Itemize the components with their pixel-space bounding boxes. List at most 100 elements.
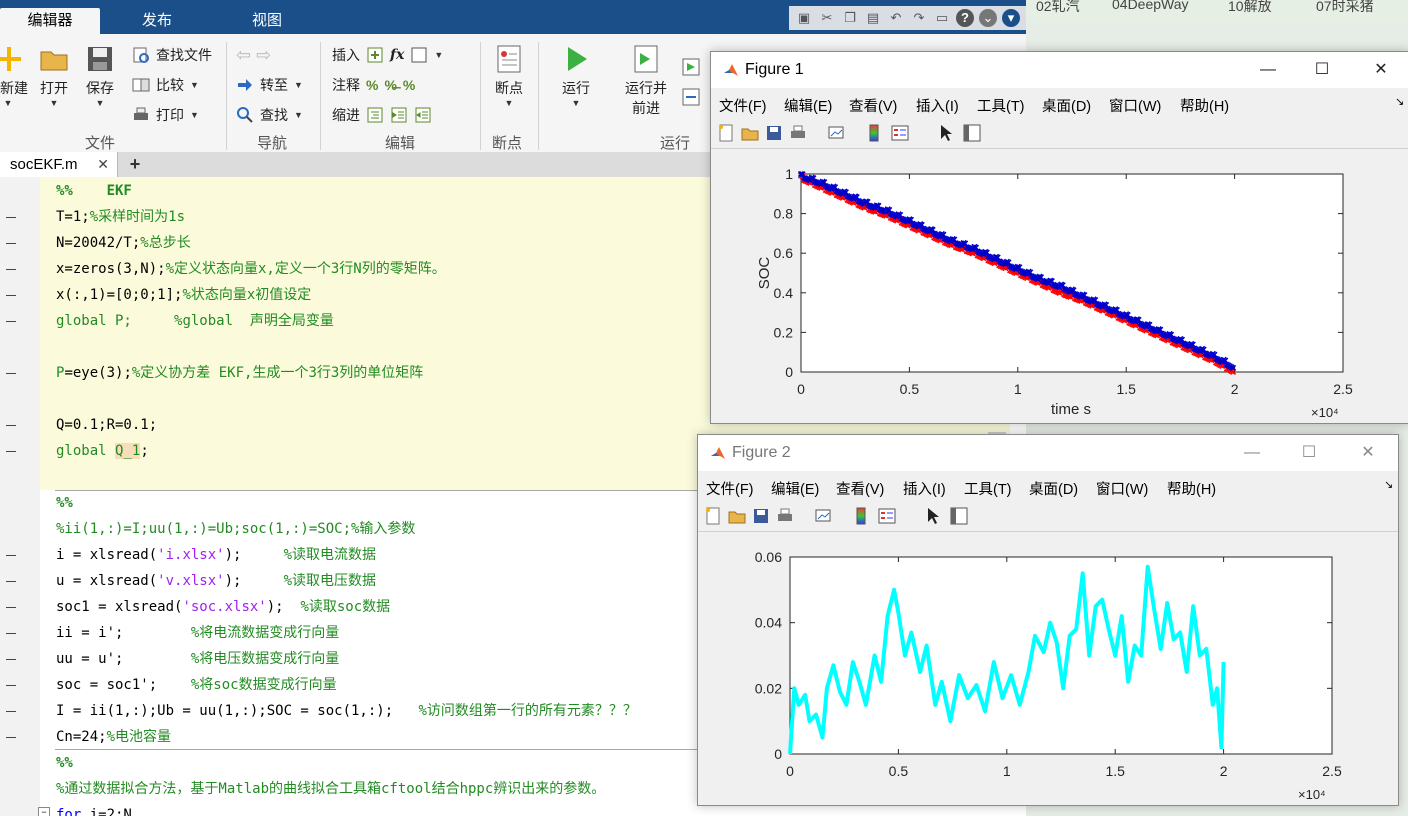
code-line[interactable]: soc1 = xlsread('soc.xlsx'); %读取soc数据 xyxy=(56,594,390,620)
figure-2-titlebar[interactable]: Figure 2 — ☐ ✕ xyxy=(698,435,1398,471)
collapse-ribbon-icon[interactable]: ▾ xyxy=(1002,9,1020,27)
menu-help[interactable]: 帮助(H) xyxy=(1180,95,1229,116)
menu-view[interactable]: 查看(V) xyxy=(849,95,897,116)
breakpoint-marker[interactable] xyxy=(6,295,16,296)
menu-edit[interactable]: 编辑(E) xyxy=(771,478,819,499)
fx-icon[interactable]: fx xyxy=(390,47,404,63)
minimize-button[interactable]: — xyxy=(1256,58,1280,82)
menu-file[interactable]: 文件(F) xyxy=(719,95,767,116)
add-tab-button[interactable]: + xyxy=(120,154,150,175)
advance-button[interactable] xyxy=(682,88,700,106)
close-button[interactable]: ✕ xyxy=(1356,441,1380,465)
open-file-icon[interactable] xyxy=(741,124,759,142)
save-figure-icon[interactable] xyxy=(765,124,783,142)
code-line[interactable]: x(:,1)=[0;0;1];%状态向量x初值设定 xyxy=(56,282,311,308)
figure-1-titlebar[interactable]: Figure 1 — ☐ ✕ xyxy=(711,52,1408,88)
print-figure-icon[interactable] xyxy=(776,507,794,525)
help-icon[interactable]: ? xyxy=(956,9,974,27)
colorbar-icon[interactable] xyxy=(852,507,870,525)
menu-dock-arrow-icon[interactable]: ↘ xyxy=(1384,478,1393,491)
comment-icon[interactable]: % xyxy=(366,77,378,93)
save-icon[interactable]: ▣ xyxy=(795,9,813,27)
code-line[interactable]: %% xyxy=(56,750,73,776)
menu-desktop[interactable]: 桌面(D) xyxy=(1042,95,1091,116)
code-line[interactable]: for i=2:N xyxy=(56,802,132,816)
save-button[interactable]: 保存 ▼ xyxy=(80,44,120,108)
link-plot-icon[interactable] xyxy=(814,507,832,525)
link-plot-icon[interactable] xyxy=(827,124,845,142)
indent-button[interactable]: 缩进 xyxy=(332,105,432,125)
minimize-button[interactable]: — xyxy=(1240,441,1264,465)
breakpoint-marker[interactable] xyxy=(6,581,16,582)
code-line[interactable]: P=eye(3);%定义协方差 EKF,生成一个3行3列的单位矩阵 xyxy=(56,360,423,386)
editor-file-tab[interactable]: socEKF.m ✕ xyxy=(0,152,118,177)
code-line[interactable]: N=20042/T;%总步长 xyxy=(56,230,191,256)
breakpoint-marker[interactable] xyxy=(6,633,16,634)
print-button[interactable]: 打印 ▼ xyxy=(132,105,199,125)
comment-button[interactable]: 注释 % %̶ % xyxy=(332,75,415,95)
maximize-button[interactable]: ☐ xyxy=(1297,441,1321,465)
fold-toggle-icon[interactable]: − xyxy=(38,807,50,816)
breakpoint-marker[interactable] xyxy=(6,451,16,452)
undo-icon[interactable]: ↶ xyxy=(887,9,905,27)
open-button[interactable]: 打开 ▼ xyxy=(34,44,74,108)
menu-insert[interactable]: 插入(I) xyxy=(903,478,946,499)
soc-chart[interactable]: 0 0.5 1 1.5 2 2.5 0 0.2 0.4 0.6 0.8 1 time s SOC ×1… xyxy=(711,149,1408,423)
menu-edit[interactable]: 编辑(E) xyxy=(784,95,832,116)
colorbar-icon[interactable] xyxy=(865,124,883,142)
breakpoint-marker[interactable] xyxy=(6,425,16,426)
breakpoint-marker[interactable] xyxy=(6,243,16,244)
insert-button[interactable]: 插入 fx ▼ xyxy=(332,45,443,65)
increase-indent-icon[interactable] xyxy=(390,106,408,124)
tab-editor[interactable]: 编辑器 xyxy=(0,8,100,34)
insert-function-icon[interactable] xyxy=(410,46,428,64)
goto-button[interactable]: 转至 ▼ xyxy=(236,75,303,95)
back-forward-buttons[interactable]: ⇦ ⇨ xyxy=(236,45,271,66)
code-line[interactable]: T=1;%采样时间为1s xyxy=(56,204,185,230)
code-line[interactable]: uu = u'; %将电压数据变成行向量 xyxy=(56,646,339,672)
breakpoint-marker[interactable] xyxy=(6,659,16,660)
redo-icon[interactable]: ↷ xyxy=(910,9,928,27)
menu-tools[interactable]: 工具(T) xyxy=(977,95,1025,116)
legend-icon[interactable] xyxy=(891,124,909,142)
decrease-indent-icon[interactable] xyxy=(414,106,432,124)
code-line[interactable]: %ii(1,:)=I;uu(1,:)=Ub;soc(1,:)=SOC;%输入参数 xyxy=(56,516,415,542)
error-chart[interactable]: 0 0.5 1 1.5 2 2.5 0 0.02 0.04 0.06 ×10⁴ xyxy=(698,532,1398,804)
switch-windows-icon[interactable]: ▭ xyxy=(933,9,951,27)
close-button[interactable]: ✕ xyxy=(1369,58,1393,82)
breakpoint-marker[interactable] xyxy=(6,711,16,712)
print-figure-icon[interactable] xyxy=(789,124,807,142)
menu-desktop[interactable]: 桌面(D) xyxy=(1029,478,1078,499)
breakpoint-marker[interactable] xyxy=(6,685,16,686)
breakpoint-marker[interactable] xyxy=(6,555,16,556)
property-inspector-icon[interactable] xyxy=(963,124,981,142)
menu-window[interactable]: 窗口(W) xyxy=(1096,478,1148,499)
run-button[interactable]: 运行 ▼ xyxy=(554,44,598,108)
new-button[interactable]: 新建 ▼ xyxy=(0,44,28,108)
code-line[interactable]: i = xlsread('i.xlsx'); %读取电流数据 xyxy=(56,542,376,568)
uncomment-icon[interactable]: %̶ xyxy=(384,77,396,93)
open-file-icon[interactable] xyxy=(728,507,746,525)
edit-plot-cursor-icon[interactable] xyxy=(924,507,942,525)
code-line[interactable]: x=zeros(3,N);%定义状态向量x,定义一个3行N列的零矩阵。 xyxy=(56,256,446,282)
menu-help[interactable]: 帮助(H) xyxy=(1167,478,1216,499)
code-line[interactable]: global P; %global 声明全局变量 xyxy=(56,308,334,334)
new-figure-icon[interactable] xyxy=(704,507,722,525)
menu-view[interactable]: 查看(V) xyxy=(836,478,884,499)
paste-icon[interactable]: ▤ xyxy=(864,9,882,27)
property-inspector-icon[interactable] xyxy=(950,507,968,525)
smart-indent-icon[interactable] xyxy=(366,106,384,124)
menu-insert[interactable]: 插入(I) xyxy=(916,95,959,116)
run-section-button[interactable] xyxy=(682,58,700,76)
code-line[interactable]: ii = i'; %将电流数据变成行向量 xyxy=(56,620,339,646)
breakpoint-marker[interactable] xyxy=(6,373,16,374)
compare-button[interactable]: 比较 ▼ xyxy=(132,75,199,95)
menu-dock-arrow-icon[interactable]: ↘ xyxy=(1395,95,1404,108)
new-figure-icon[interactable] xyxy=(717,124,735,142)
breakpoint-marker[interactable] xyxy=(6,269,16,270)
find-files-button[interactable]: 查找文件 xyxy=(132,45,212,65)
menu-window[interactable]: 窗口(W) xyxy=(1109,95,1161,116)
close-icon[interactable]: ✕ xyxy=(97,152,109,177)
tab-view[interactable]: 视图 xyxy=(222,8,312,34)
wrap-comment-icon[interactable]: % xyxy=(403,77,415,93)
